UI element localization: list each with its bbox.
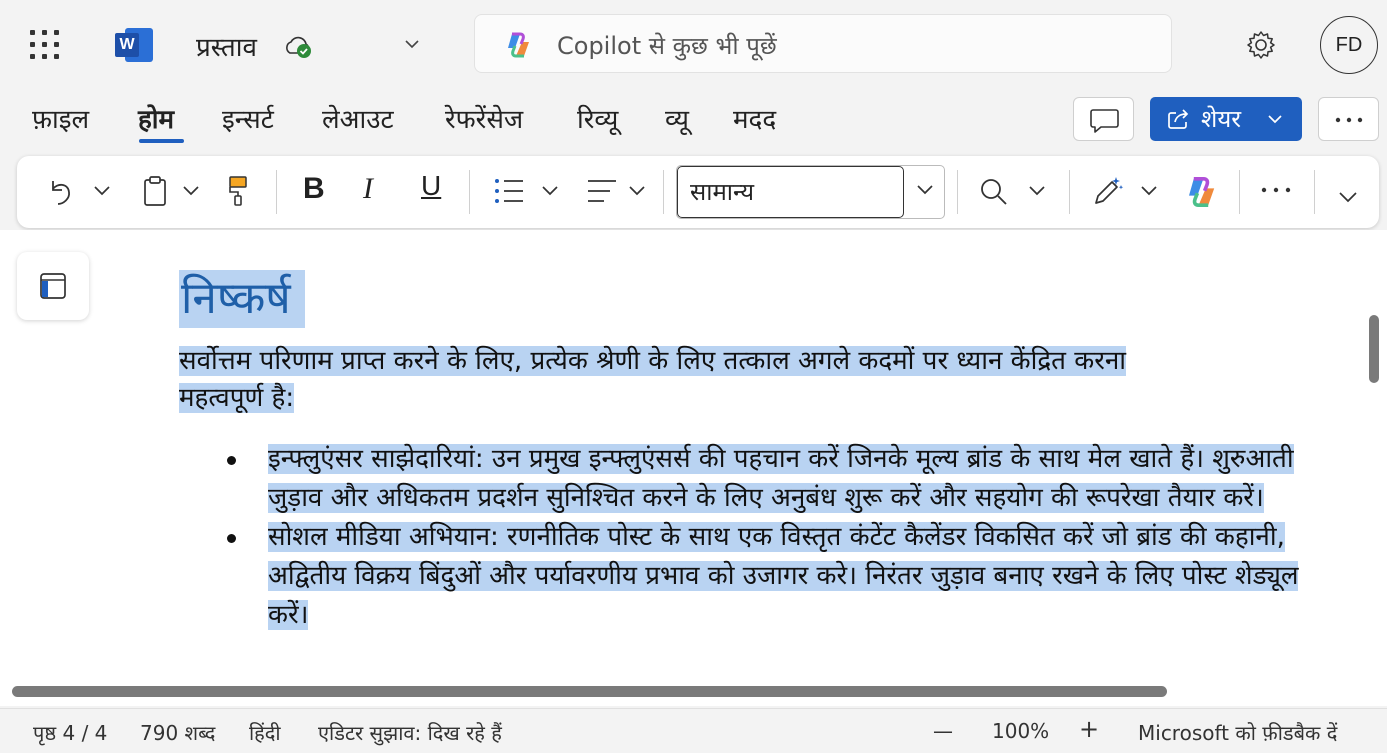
undo-icon[interactable] — [45, 176, 75, 208]
status-bar: पृष्ठ 4 / 4 790 शब्द हिंदी एडिटर सुझाव: … — [0, 708, 1387, 753]
tab-insert[interactable]: इन्सर्ट — [222, 100, 274, 136]
chevron-down-icon[interactable] — [540, 184, 560, 198]
style-input[interactable]: सामान्य — [677, 166, 904, 218]
chevron-down-icon[interactable] — [1139, 184, 1159, 198]
ribbon-separator — [957, 170, 958, 214]
editor-pen-icon[interactable] — [1091, 174, 1125, 208]
tab-view[interactable]: व्यू — [665, 100, 689, 136]
section-heading[interactable]: निष्कर्ष — [179, 270, 305, 328]
copilot-search-placeholder: Copilot से कुछ भी पूछें — [557, 32, 777, 60]
cloud-saved-icon[interactable] — [283, 33, 313, 59]
search-icon[interactable] — [979, 176, 1009, 208]
horizontal-scrollbar-thumb[interactable] — [12, 686, 1167, 697]
ribbon-separator — [663, 170, 664, 214]
user-avatar[interactable]: FD — [1320, 16, 1378, 74]
ribbon-separator — [1314, 170, 1315, 214]
ribbon-separator — [1069, 170, 1070, 214]
comment-icon — [1090, 109, 1119, 133]
tab-help[interactable]: मदद — [733, 100, 776, 136]
app-launcher-icon[interactable] — [30, 30, 60, 60]
tab-references[interactable]: रेफरेंसेज — [445, 100, 523, 136]
list-item-text: सोशल मीडिया अभियान: रणनीतिक पोस्ट के साथ… — [268, 522, 1299, 630]
format-painter-icon[interactable] — [225, 174, 251, 208]
word-logo-letter: W — [115, 33, 139, 57]
bullet-dot — [227, 534, 236, 543]
feedback-link[interactable]: Microsoft को फ़ीडबैक दें — [1138, 719, 1337, 746]
chevron-down-icon[interactable] — [627, 184, 647, 198]
word-logo[interactable]: W — [115, 28, 153, 62]
ribbon-separator — [276, 170, 277, 214]
word-count[interactable]: 790 शब्द — [140, 719, 215, 746]
language-indicator[interactable]: हिंदी — [249, 719, 281, 746]
comments-button[interactable] — [1073, 97, 1134, 141]
ribbon-separator — [469, 170, 470, 214]
horizontal-scrollbar[interactable] — [0, 676, 1387, 706]
list-item[interactable]: इन्फ्लुएंसर साझेदारियां: उन प्रमुख इन्फ्… — [179, 440, 1319, 518]
bullet-list[interactable]: इन्फ्लुएंसर साझेदारियां: उन प्रमुख इन्फ्… — [179, 440, 1319, 635]
more-horizontal-icon[interactable] — [1257, 182, 1295, 198]
intro-paragraph[interactable]: सर्वोत्तम परिणाम प्राप्त करने के लिए, प्… — [179, 343, 1239, 417]
bullet-list-icon[interactable] — [493, 176, 525, 206]
bullet-dot — [227, 456, 236, 465]
share-icon — [1168, 109, 1189, 129]
ribbon-toolbar: B I U सामान्य — [17, 156, 1379, 228]
active-tab-indicator — [139, 139, 184, 143]
share-label: शेयर — [1201, 105, 1242, 133]
tab-layout[interactable]: लेआउट — [322, 100, 394, 136]
ribbon-separator — [1239, 170, 1240, 214]
chevron-down-icon[interactable] — [915, 183, 935, 197]
style-value: सामान्य — [690, 178, 755, 206]
chevron-down-icon[interactable] — [402, 34, 422, 54]
page-count[interactable]: पृष्ठ 4 / 4 — [33, 719, 107, 746]
chevron-down-icon[interactable] — [1027, 184, 1047, 198]
align-text-icon[interactable] — [585, 176, 619, 206]
chevron-down-icon[interactable] — [181, 184, 201, 198]
share-button[interactable]: शेयर — [1150, 97, 1302, 141]
copilot-icon[interactable] — [1183, 174, 1219, 210]
list-item[interactable]: सोशल मीडिया अभियान: रणनीतिक पोस्ट के साथ… — [179, 518, 1319, 635]
tab-home[interactable]: होम — [138, 100, 174, 136]
vertical-scrollbar-thumb[interactable] — [1369, 315, 1379, 383]
tab-review[interactable]: रिव्यू — [577, 100, 618, 136]
zoom-in-button[interactable]: + — [1079, 715, 1099, 743]
italic-button[interactable]: I — [363, 172, 373, 206]
intro-line-1: सर्वोत्तम परिणाम प्राप्त करने के लिए, प्… — [179, 346, 1126, 376]
underline-button[interactable]: U — [421, 170, 441, 202]
more-options-button[interactable] — [1318, 97, 1379, 141]
paragraph-style-dropdown[interactable]: सामान्य — [676, 165, 945, 219]
navigation-pane-button[interactable] — [17, 252, 89, 320]
more-horizontal-icon — [1335, 117, 1363, 123]
zoom-level[interactable]: 100% — [992, 719, 1049, 743]
chevron-down-icon[interactable] — [92, 184, 112, 198]
title-bar: W प्रस्ताव Copilot से कुछ भी पूछें FD — [0, 0, 1387, 90]
settings-gear-icon[interactable] — [1244, 28, 1278, 62]
intro-line-2: महत्वपूर्ण है: — [179, 383, 295, 413]
bold-button[interactable]: B — [303, 172, 325, 206]
expand-ribbon-chevron-icon[interactable] — [1337, 190, 1359, 204]
tab-file[interactable]: फ़ाइल — [32, 100, 89, 136]
navigation-pane-icon — [40, 273, 66, 299]
clipboard-paste-icon[interactable] — [142, 174, 168, 208]
document-title[interactable]: प्रस्ताव — [196, 28, 257, 64]
chevron-down-icon — [1268, 115, 1282, 124]
zoom-out-button[interactable]: — — [933, 719, 953, 743]
list-item-text: इन्फ्लुएंसर साझेदारियां: उन प्रमुख इन्फ्… — [268, 444, 1294, 513]
copilot-icon — [508, 32, 529, 58]
copilot-search-box[interactable]: Copilot से कुछ भी पूछें — [474, 14, 1172, 73]
editor-suggestions-status[interactable]: एडिटर सुझाव: दिख रहे हैं — [318, 719, 502, 746]
document-canvas[interactable]: निष्कर्ष सर्वोत्तम परिणाम प्राप्त करने क… — [0, 230, 1387, 676]
